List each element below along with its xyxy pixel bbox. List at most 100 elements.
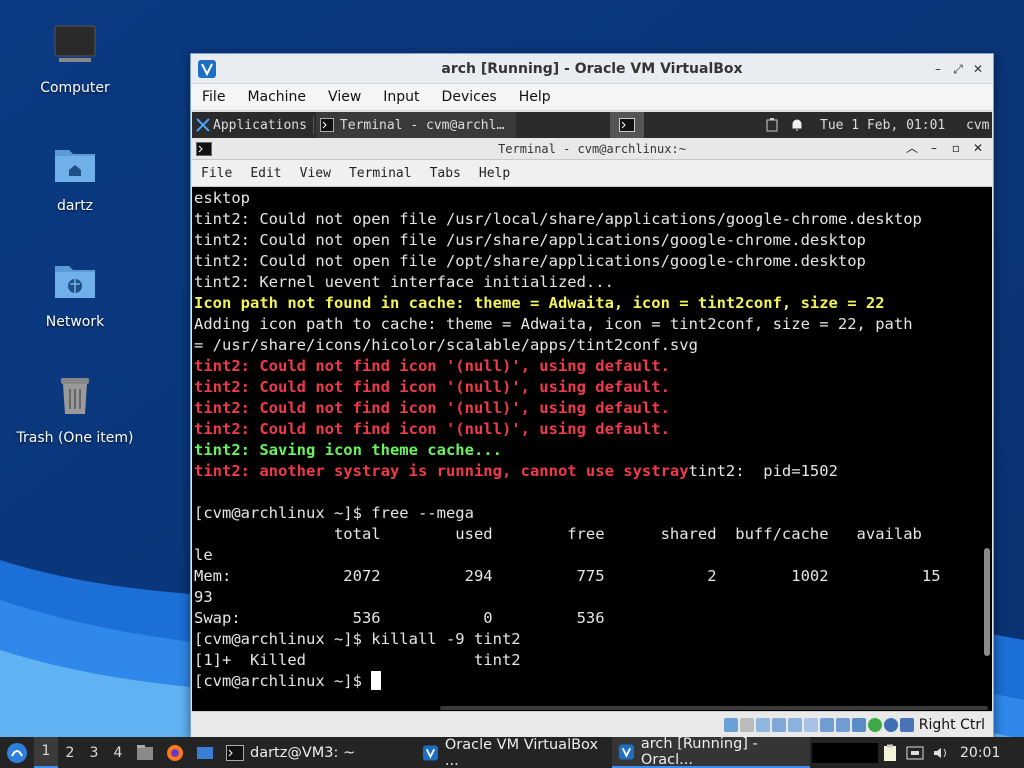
guest-launcher-terminal[interactable] bbox=[610, 112, 644, 138]
terminal-line: [1]+ Killed tint2 bbox=[194, 650, 980, 671]
terminal-minimize-button[interactable]: – bbox=[926, 140, 942, 156]
terminal-line: Adding icon path to cache: theme = Adwai… bbox=[194, 314, 980, 335]
desktop-icon-label: Network bbox=[45, 314, 105, 330]
guest-task-terminal[interactable]: Terminal - cvm@archl… bbox=[315, 112, 516, 138]
recording-icon[interactable] bbox=[835, 717, 850, 732]
terminal-line: tint2: Saving icon theme cache... bbox=[194, 440, 980, 461]
optical-drive-icon[interactable] bbox=[739, 717, 754, 732]
guest-screen[interactable]: Applications Terminal - cvm@archl… Tue 1… bbox=[192, 112, 992, 714]
terminal-close-button[interactable]: ✕ bbox=[970, 140, 986, 156]
menu-input[interactable]: Input bbox=[372, 89, 430, 105]
terminal-titlebar[interactable]: Terminal - cvm@archlinux:~ ︿ – ▫ ✕ bbox=[192, 138, 992, 160]
guest-additions-icon[interactable] bbox=[867, 717, 882, 732]
terminal-line-text: tint2: Could not find icon '(null)', usi… bbox=[194, 399, 670, 417]
home-folder-icon bbox=[55, 150, 95, 182]
terminal-line-text: le bbox=[194, 546, 213, 564]
workspace-3[interactable]: 3 bbox=[82, 745, 106, 761]
cpu-icon[interactable] bbox=[851, 717, 866, 732]
terminal-line: tint2: Could not open file /usr/local/sh… bbox=[194, 209, 980, 230]
applications-menu[interactable]: Applications bbox=[192, 112, 311, 138]
launcher-desktop[interactable] bbox=[190, 737, 220, 768]
menu-help[interactable]: Help bbox=[508, 89, 562, 105]
close-button[interactable]: ✕ bbox=[969, 60, 987, 78]
workspace-4[interactable]: 4 bbox=[106, 745, 130, 761]
terminal-line-tail: tint2: pid=1502 bbox=[688, 462, 838, 480]
terminal-menu-tabs[interactable]: Tabs bbox=[421, 166, 470, 181]
desktop-icon-label: dartz bbox=[56, 198, 94, 214]
tray-network-icon[interactable] bbox=[902, 737, 928, 768]
guest-clock[interactable]: Tue 1 Feb, 01:01 bbox=[816, 112, 949, 138]
tray-volume-icon[interactable] bbox=[928, 737, 952, 768]
terminal-title: Terminal - cvm@archlinux:~ bbox=[498, 141, 686, 156]
taskbar-clock[interactable]: 20:01 bbox=[960, 745, 1000, 761]
terminal-line: Mem: 2072 294 775 2 1002 15 bbox=[194, 566, 980, 587]
taskbar-app-virtualbox-manager[interactable]: Oracle VM VirtualBox ... bbox=[416, 737, 612, 768]
guest-user[interactable]: cvm bbox=[962, 112, 993, 138]
workspace-2[interactable]: 2 bbox=[58, 745, 82, 761]
terminal-line: tint2: Could not open file /opt/share/ap… bbox=[194, 251, 980, 272]
terminal-icon bbox=[619, 118, 635, 132]
hard-disk-icon[interactable] bbox=[723, 717, 738, 732]
window-titlebar[interactable]: arch [Running] - Oracle VM VirtualBox – … bbox=[191, 54, 993, 84]
restore-button[interactable]: ⤢ bbox=[949, 60, 967, 78]
mouse-integration-icon[interactable] bbox=[883, 717, 898, 732]
launcher-firefox[interactable] bbox=[160, 737, 190, 768]
terminal-menu-terminal[interactable]: Terminal bbox=[340, 166, 421, 181]
terminal-menu-file[interactable]: File bbox=[192, 166, 241, 181]
launcher-files[interactable] bbox=[130, 737, 160, 768]
taskbar-app-terminal[interactable]: dartz@VM3: ~ bbox=[220, 737, 416, 768]
display-icon[interactable] bbox=[819, 717, 834, 732]
terminal-scrollbar[interactable] bbox=[984, 548, 990, 656]
desktop-icon-trash[interactable]: Trash (One item) bbox=[10, 372, 140, 446]
terminal-maximize-button[interactable]: ▫ bbox=[948, 140, 964, 156]
host-key-label: Right Ctrl bbox=[918, 716, 985, 733]
tray-clipboard-icon[interactable] bbox=[878, 737, 902, 768]
terminal-shade-button[interactable]: ︿ bbox=[904, 140, 920, 156]
terminal-menu-view[interactable]: View bbox=[291, 166, 340, 181]
menu-machine[interactable]: Machine bbox=[236, 89, 317, 105]
terminal-line-text: esktop bbox=[194, 189, 250, 207]
terminal-line-text: tint2: Kernel uevent interface initializ… bbox=[194, 273, 614, 291]
desktop-icon-network[interactable]: Network bbox=[10, 256, 140, 330]
workspace-1[interactable]: 1 bbox=[34, 737, 58, 768]
taskbar-app-arch-vm[interactable]: arch [Running] - Oracl... bbox=[612, 736, 810, 768]
terminal-line-text: Adding icon path to cache: theme = Adwai… bbox=[194, 315, 913, 333]
start-menu-button[interactable] bbox=[0, 737, 34, 768]
virtualbox-icon bbox=[618, 743, 634, 760]
host-taskbar: 1 2 3 4 dartz@VM3: ~ Oracle VM VirtualBo… bbox=[0, 736, 1024, 768]
tray-blank-area bbox=[812, 742, 878, 763]
terminal-menu-edit[interactable]: Edit bbox=[241, 166, 290, 181]
shared-folders-icon[interactable] bbox=[803, 717, 818, 732]
network-icon[interactable] bbox=[771, 717, 786, 732]
terminal-horizontal-scrollbar[interactable] bbox=[440, 706, 988, 710]
notification-bell-icon[interactable] bbox=[786, 112, 808, 138]
virtualbox-icon bbox=[422, 744, 438, 761]
terminal-line-text: [cvm@archlinux ~]$ bbox=[194, 672, 372, 690]
desktop-icon-label: Trash (One item) bbox=[16, 430, 134, 446]
keyboard-capture-icon[interactable] bbox=[899, 717, 914, 732]
terminal-line-text: tint2: Could not open file /opt/share/ap… bbox=[194, 252, 866, 270]
desktop-icon-computer[interactable]: Computer bbox=[10, 22, 140, 96]
network-folder-icon bbox=[55, 266, 95, 298]
menu-file[interactable]: File bbox=[191, 89, 236, 105]
virtualbox-window: arch [Running] - Oracle VM VirtualBox – … bbox=[190, 53, 994, 738]
battery-icon[interactable] bbox=[762, 112, 782, 138]
distro-logo-icon bbox=[7, 742, 27, 763]
terminal-output[interactable]: esktop tint2: Could not open file /usr/lo… bbox=[194, 188, 980, 708]
terminal-line-text: = /usr/share/icons/hicolor/scalable/apps… bbox=[194, 336, 698, 354]
terminal-line: = /usr/share/icons/hicolor/scalable/apps… bbox=[194, 335, 980, 356]
minimize-button[interactable]: – bbox=[929, 60, 947, 78]
menu-view[interactable]: View bbox=[317, 89, 372, 105]
desktop-icon-label: Computer bbox=[40, 80, 110, 96]
taskbar-app-label: dartz@VM3: ~ bbox=[250, 744, 356, 761]
terminal-menu-help[interactable]: Help bbox=[470, 166, 519, 181]
firefox-icon bbox=[167, 744, 183, 761]
desktop-icon-home-folder[interactable]: dartz bbox=[10, 140, 140, 214]
terminal-line: 93 bbox=[194, 587, 980, 608]
terminal-line-text: Swap: 536 0 536 bbox=[194, 609, 605, 627]
terminal-line: le bbox=[194, 545, 980, 566]
terminal-line-text: [cvm@archlinux ~]$ killall -9 tint2 bbox=[194, 630, 521, 648]
usb-icon[interactable] bbox=[787, 717, 802, 732]
audio-icon[interactable] bbox=[755, 717, 770, 732]
menu-devices[interactable]: Devices bbox=[431, 89, 508, 105]
